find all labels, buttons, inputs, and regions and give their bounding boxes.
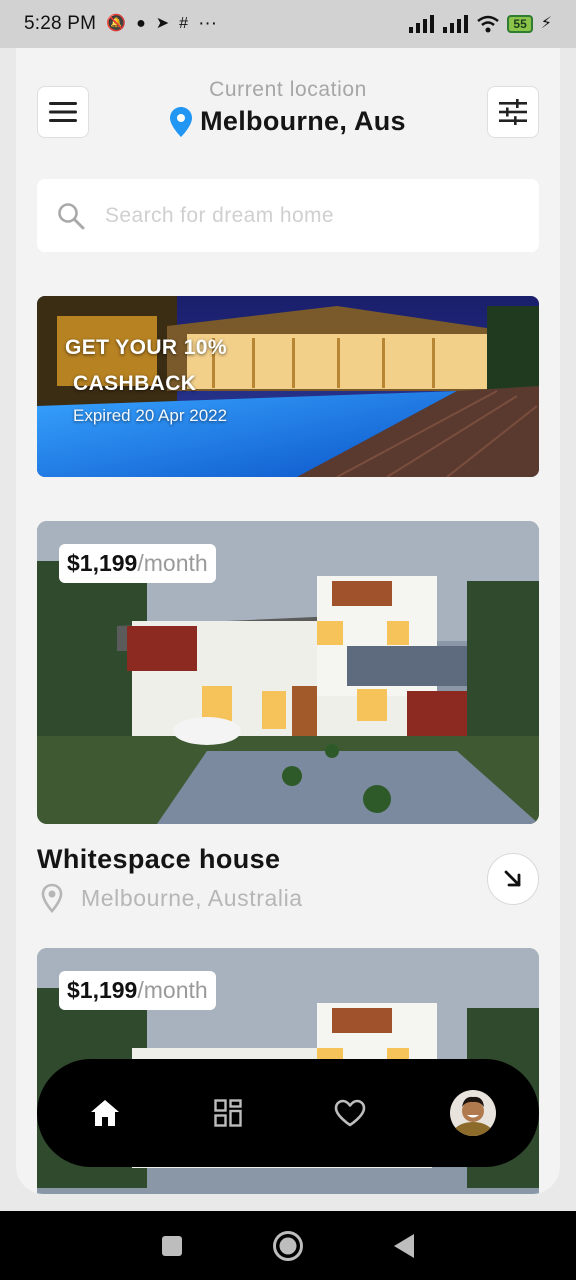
sliders-icon [499, 99, 527, 125]
more-notifications-icon: ··· [198, 13, 218, 34]
listing-image[interactable]: $1,199/month [37, 521, 539, 824]
chat-icon: ● [136, 15, 146, 32]
filter-button[interactable] [487, 86, 539, 138]
location-pin-icon [170, 106, 193, 137]
price-tag: $1,199/month [59, 971, 216, 1010]
wifi-icon [477, 15, 500, 33]
open-listing-button[interactable] [487, 853, 539, 905]
status-bar: 5:28 PM 🔕 ● ➤ # ··· 55 ⚡ [0, 0, 576, 48]
telegram-icon: ➤ [155, 15, 170, 32]
back-triangle-icon[interactable] [392, 1233, 416, 1259]
nav-profile[interactable] [449, 1089, 497, 1137]
listing-card[interactable]: $1,199/month Whitespace house Melbourne,… [37, 521, 539, 941]
avatar [449, 1090, 496, 1136]
promo-title-line2: CASHBACK [73, 372, 197, 395]
recent-apps-icon[interactable] [160, 1234, 184, 1258]
search-icon [58, 202, 85, 229]
nav-home[interactable] [81, 1089, 129, 1137]
avatar-image [449, 1090, 496, 1136]
slack-icon: # [179, 15, 189, 32]
menu-button[interactable] [37, 86, 89, 138]
price-period: /month [137, 550, 208, 576]
listing-location-text: Melbourne, Australia [81, 884, 303, 911]
nav-favorites[interactable] [326, 1089, 374, 1137]
arrow-down-right-icon [504, 870, 521, 887]
promo-expiry: Expired 20 Apr 2022 [73, 406, 228, 425]
location-outline-icon [41, 883, 63, 913]
price-amount: $1,199 [67, 977, 138, 1003]
search-input[interactable] [105, 203, 505, 228]
heart-icon [335, 1099, 366, 1127]
price-period: /month [137, 977, 208, 1003]
nav-categories[interactable] [204, 1089, 252, 1137]
location-name: Melbourne, Aus [200, 106, 406, 136]
hamburger-icon [49, 102, 77, 122]
promo-title-line1: GET YOUR 10% [65, 336, 227, 359]
home-circle-icon[interactable] [272, 1230, 304, 1262]
home-icon [91, 1100, 119, 1126]
signal-icon-2 [443, 15, 469, 33]
mute-icon: 🔕 [106, 15, 127, 32]
bottom-navigation [37, 1059, 539, 1167]
listing-title: Whitespace house [37, 844, 281, 874]
grid-icon [213, 1099, 242, 1127]
header: Current location Melbourne, Aus [37, 78, 539, 138]
location-caption: Current location [209, 78, 367, 101]
price-tag: $1,199/month [59, 544, 216, 583]
status-time: 5:28 PM [24, 13, 97, 34]
price-amount: $1,199 [67, 550, 138, 576]
signal-icon [409, 15, 435, 33]
charging-icon: ⚡ [540, 15, 552, 32]
promo-banner[interactable]: GET YOUR 10% CASHBACK Expired 20 Apr 202… [37, 296, 539, 477]
listing-location: Melbourne, Australia [41, 883, 303, 913]
current-location[interactable]: Current location Melbourne, Aus [37, 78, 539, 137]
app-screen: Current location Melbourne, Aus Search f… [16, 48, 560, 1194]
system-navigation-bar [0, 1211, 576, 1280]
battery-indicator: 55 [507, 15, 533, 33]
search-bar[interactable] [37, 179, 539, 252]
promo-title: GET YOUR 10% CASHBACK [65, 330, 227, 402]
